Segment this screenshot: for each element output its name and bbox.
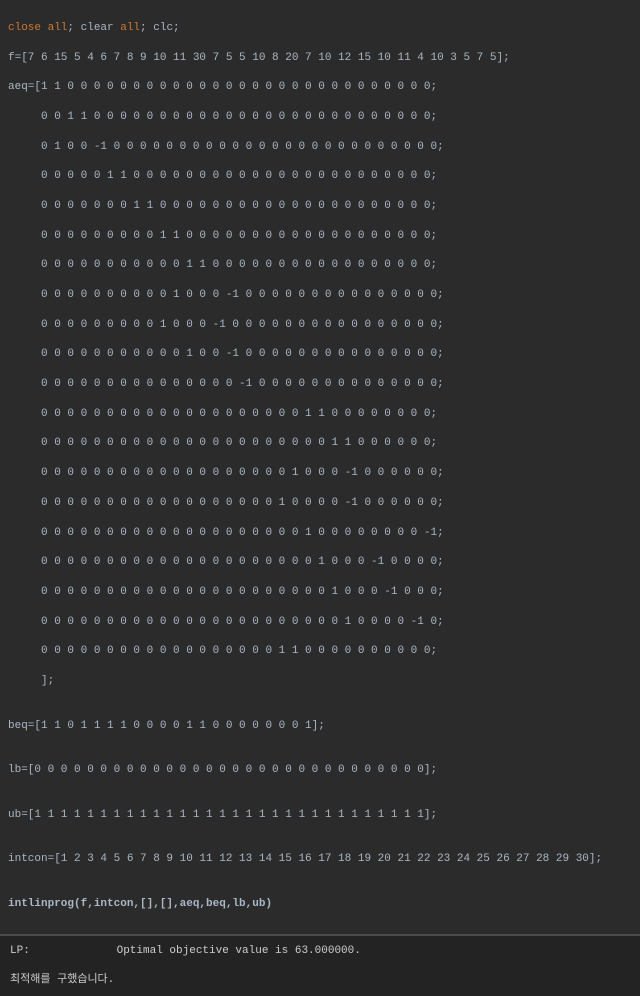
code-line: 0 1 0 0 -1 0 0 0 0 0 0 0 0 0 0 0 0 0 0 0… — [8, 140, 632, 155]
keyword-all: all — [120, 22, 140, 34]
code-line: 0 0 0 0 0 0 0 0 0 0 0 0 0 0 0 0 0 0 0 0 … — [8, 436, 632, 451]
code-line: 0 0 1 1 0 0 0 0 0 0 0 0 0 0 0 0 0 0 0 0 … — [8, 110, 632, 125]
code-line: 0 0 0 0 0 0 0 0 0 0 0 0 0 0 0 0 0 0 0 0 … — [8, 585, 632, 600]
code-line: 0 0 0 0 0 0 0 0 0 0 0 0 0 0 0 -1 0 0 0 0… — [8, 377, 632, 392]
code-line: 0 0 0 0 0 0 0 0 0 0 0 0 0 0 0 0 0 0 0 0 … — [8, 615, 632, 630]
code-line: 0 0 0 0 0 0 0 0 0 1 1 0 0 0 0 0 0 0 0 0 … — [8, 229, 632, 244]
code-line: 0 0 0 0 0 0 0 0 0 0 1 0 0 0 -1 0 0 0 0 0… — [8, 288, 632, 303]
code-line: lb=[0 0 0 0 0 0 0 0 0 0 0 0 0 0 0 0 0 0 … — [8, 763, 632, 778]
code-line: 0 0 0 0 0 0 0 0 0 0 0 0 0 0 0 0 0 0 0 0 … — [8, 555, 632, 570]
code-line: ]; — [8, 674, 632, 689]
code-line: ub=[1 1 1 1 1 1 1 1 1 1 1 1 1 1 1 1 1 1 … — [8, 808, 632, 823]
code-line: 0 0 0 0 0 0 0 0 0 0 0 0 0 0 0 0 0 0 0 0 … — [8, 526, 632, 541]
keyword-all: all — [48, 22, 68, 34]
code-line: intcon=[1 2 3 4 5 6 7 8 9 10 11 12 13 14… — [8, 852, 632, 867]
code-text: ; clc; — [140, 22, 180, 34]
code-line: 0 0 0 0 0 0 0 0 0 0 0 1 1 0 0 0 0 0 0 0 … — [8, 258, 632, 273]
code-line: intlinprog(f,intcon,[],[],aeq,beq,lb,ub) — [8, 897, 632, 912]
code-line: 0 0 0 0 0 0 0 0 0 0 0 0 0 0 0 0 0 0 0 1 … — [8, 466, 632, 481]
code-line: 0 0 0 0 0 0 0 0 0 0 0 1 0 0 -1 0 0 0 0 0… — [8, 347, 632, 362]
code-line: close all; clear all; clc; — [8, 21, 632, 36]
lp-message: Optimal objective value is 63.000000. — [117, 945, 361, 957]
console-output: LP: Optimal objective value is 63.000000… — [0, 934, 640, 996]
code-line: 0 0 0 0 0 1 1 0 0 0 0 0 0 0 0 0 0 0 0 0 … — [8, 169, 632, 184]
lp-output-line: LP: Optimal objective value is 63.000000… — [10, 944, 630, 959]
code-text: ; clear — [67, 22, 120, 34]
code-line: beq=[1 1 0 1 1 1 1 0 0 0 0 1 1 0 0 0 0 0… — [8, 719, 632, 734]
lp-label: LP: — [10, 944, 110, 959]
code-line: 0 0 0 0 0 0 0 0 0 1 0 0 0 -1 0 0 0 0 0 0… — [8, 318, 632, 333]
code-line: aeq=[1 1 0 0 0 0 0 0 0 0 0 0 0 0 0 0 0 0… — [8, 80, 632, 95]
code-line: f=[7 6 15 5 4 6 7 8 9 10 11 30 7 5 5 10 … — [8, 51, 632, 66]
code-line: 0 0 0 0 0 0 0 0 0 0 0 0 0 0 0 0 0 0 1 1 … — [8, 644, 632, 659]
code-editor[interactable]: close all; clear all; clc; f=[7 6 15 5 4… — [0, 0, 640, 934]
result-message: 최적해를 구했습니다. — [10, 973, 630, 988]
keyword-close: close — [8, 22, 48, 34]
code-line: 0 0 0 0 0 0 0 1 1 0 0 0 0 0 0 0 0 0 0 0 … — [8, 199, 632, 214]
code-line: 0 0 0 0 0 0 0 0 0 0 0 0 0 0 0 0 0 0 1 0 … — [8, 496, 632, 511]
code-line: 0 0 0 0 0 0 0 0 0 0 0 0 0 0 0 0 0 0 0 0 … — [8, 407, 632, 422]
